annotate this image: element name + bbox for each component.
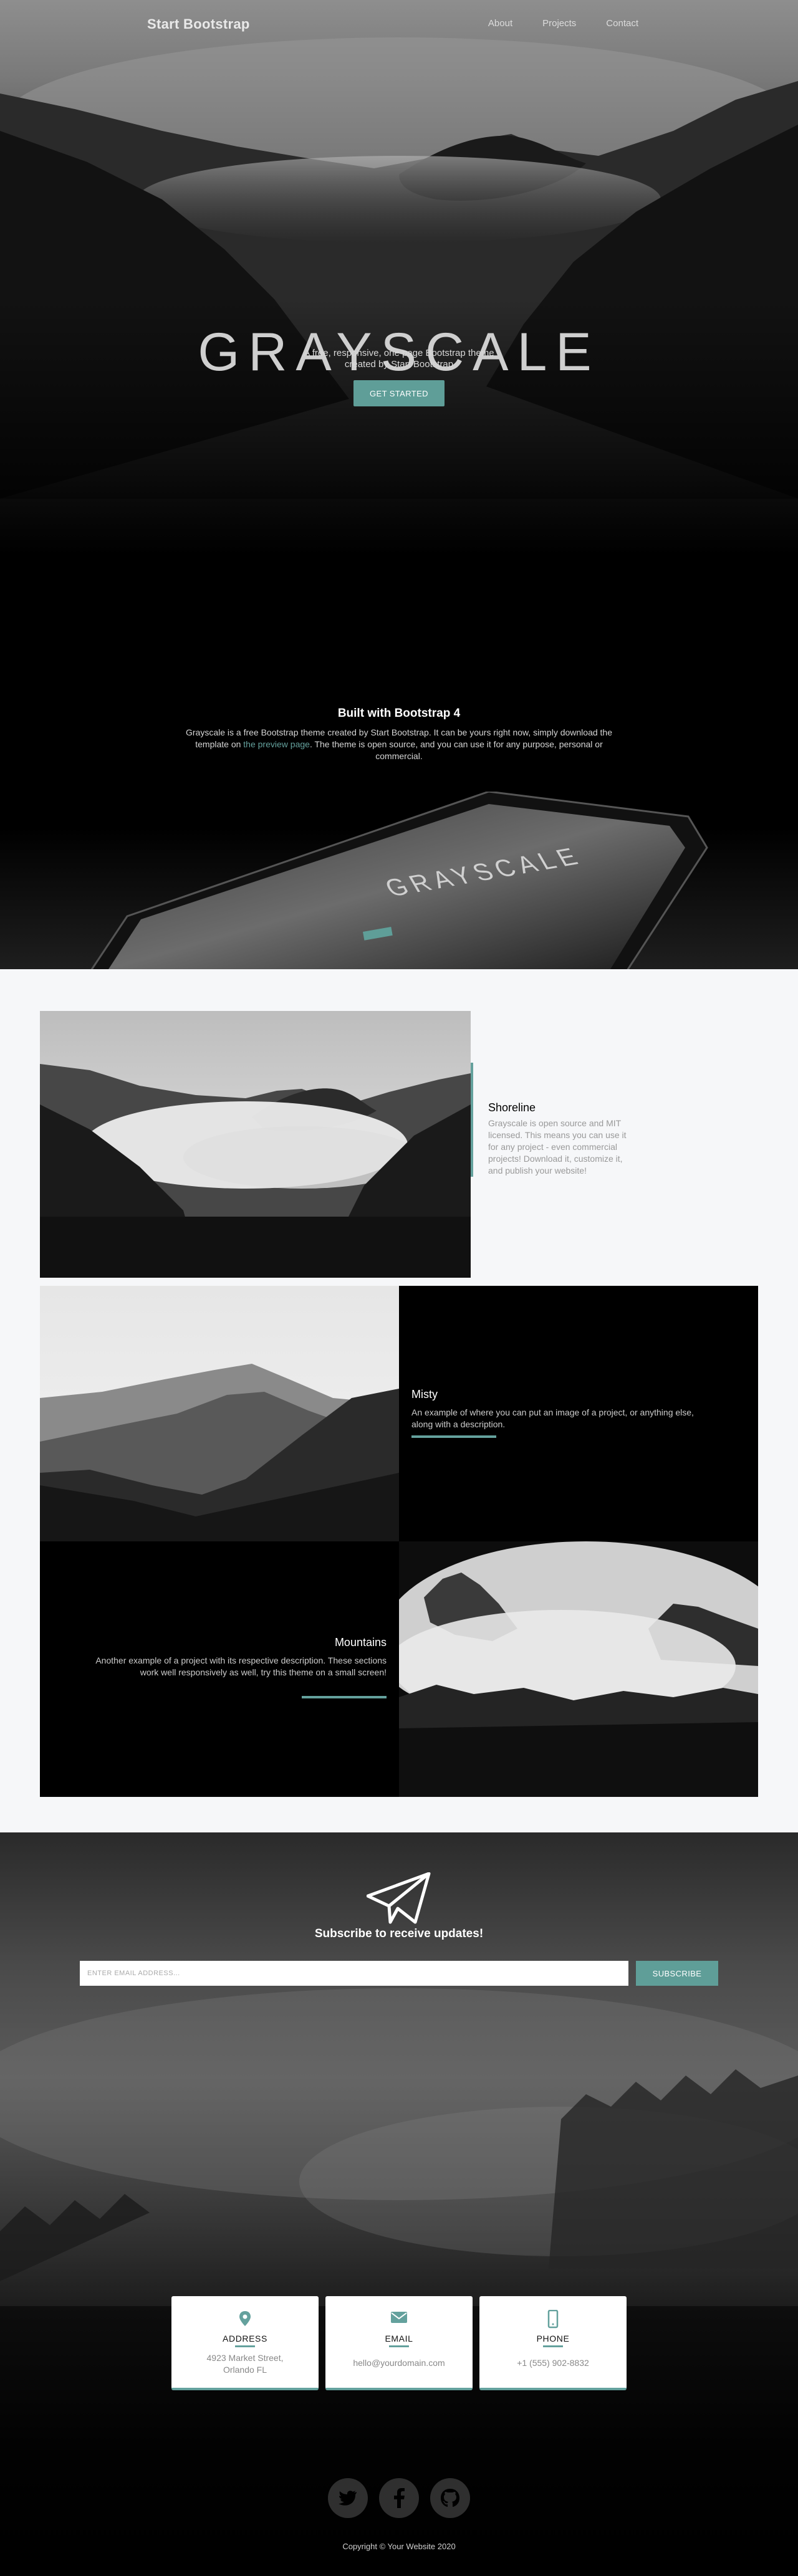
misty-text-block: Misty An example of where you can put an… — [399, 1286, 758, 1541]
copyright-text: Copyright © Your Website 2020 — [342, 2542, 456, 2551]
email-card: EMAIL hello@yourdomain.com — [325, 2296, 473, 2390]
misty-accent-line — [411, 1435, 496, 1438]
address-card: ADDRESS 4923 Market Street, Orlando FL — [171, 2296, 319, 2390]
hero-section: GRAYSCALE A free, responsive, one page B… — [0, 0, 798, 499]
envelope-icon — [325, 2310, 473, 2328]
hero-subtitle: A free, responsive, one page Bootstrap t… — [304, 348, 494, 370]
mountains-description: Another example of a project with its re… — [95, 1655, 387, 1677]
tablet-image: GRAYSCALE — [90, 792, 708, 969]
mountains-accent-line — [302, 1696, 387, 1698]
email-link[interactable]: hello@yourdomain.com — [344, 2357, 454, 2369]
navbar: Start Bootstrap About Projects Contact — [0, 0, 798, 49]
signup-section: Subscribe to receive updates! SUBSCRIBE — [0, 1832, 798, 2576]
phone-value: +1 (555) 902-8832 — [517, 2358, 589, 2368]
about-text-end: . The theme is open source, and you can … — [309, 739, 603, 761]
shoreline-title: Shoreline — [488, 1101, 536, 1114]
preview-page-link[interactable]: the preview page — [243, 739, 310, 749]
email-label: EMAIL — [385, 2334, 413, 2344]
shoreline-image — [40, 1011, 471, 1278]
subscribe-button[interactable]: SUBSCRIBE — [636, 1961, 718, 1986]
shoreline-text-block: Shoreline Grayscale is open source and M… — [471, 1063, 656, 1177]
project-row-mountains: Mountains Another example of a project w… — [40, 1541, 758, 1797]
mountains-title: Mountains — [334, 1636, 387, 1649]
project-row-misty: Misty An example of where you can put an… — [40, 1286, 758, 1541]
signup-forest-image — [0, 1988, 798, 2576]
misty-description: An example of where you can put an image… — [411, 1407, 694, 1429]
facebook-icon[interactable] — [379, 2478, 419, 2518]
misty-title: Misty — [411, 1388, 438, 1401]
misty-image — [40, 1286, 399, 1541]
address-divider — [235, 2345, 255, 2347]
nav-link-about[interactable]: About — [488, 18, 512, 29]
twitter-icon[interactable] — [328, 2478, 368, 2518]
paper-plane-icon — [367, 1872, 431, 1924]
brand-link[interactable]: Start Bootstrap — [147, 16, 250, 32]
phone-label: PHONE — [536, 2334, 570, 2344]
phone-card: PHONE +1 (555) 902-8832 — [479, 2296, 627, 2390]
email-divider — [389, 2345, 409, 2347]
get-started-button[interactable]: GET STARTED — [353, 380, 445, 406]
about-text: Grayscale is a free Bootstrap theme crea… — [181, 727, 617, 762]
address-label: ADDRESS — [223, 2334, 267, 2344]
email-input[interactable] — [80, 1961, 628, 1986]
nav-links: About Projects Contact — [488, 18, 638, 29]
phone-divider — [543, 2345, 563, 2347]
address-value: 4923 Market Street, Orlando FL — [206, 2353, 284, 2375]
mountains-text-block: Mountains Another example of a project w… — [40, 1541, 399, 1797]
map-marker-icon — [171, 2310, 319, 2330]
about-title: Built with Bootstrap 4 — [337, 707, 461, 720]
hero-mountain-image — [0, 37, 798, 499]
nav-link-projects[interactable]: Projects — [542, 18, 576, 29]
social-links — [328, 2478, 470, 2518]
signup-title: Subscribe to receive updates! — [314, 1927, 484, 1940]
mountains-image — [399, 1541, 758, 1797]
projects-section: Shoreline Grayscale is open source and M… — [0, 969, 798, 1832]
shoreline-description: Grayscale is open source and MIT license… — [488, 1118, 627, 1175]
about-section: Built with Bootstrap 4 Grayscale is a fr… — [0, 499, 798, 969]
mobile-icon — [479, 2309, 627, 2332]
github-icon[interactable] — [430, 2478, 470, 2518]
nav-link-contact[interactable]: Contact — [606, 18, 638, 29]
